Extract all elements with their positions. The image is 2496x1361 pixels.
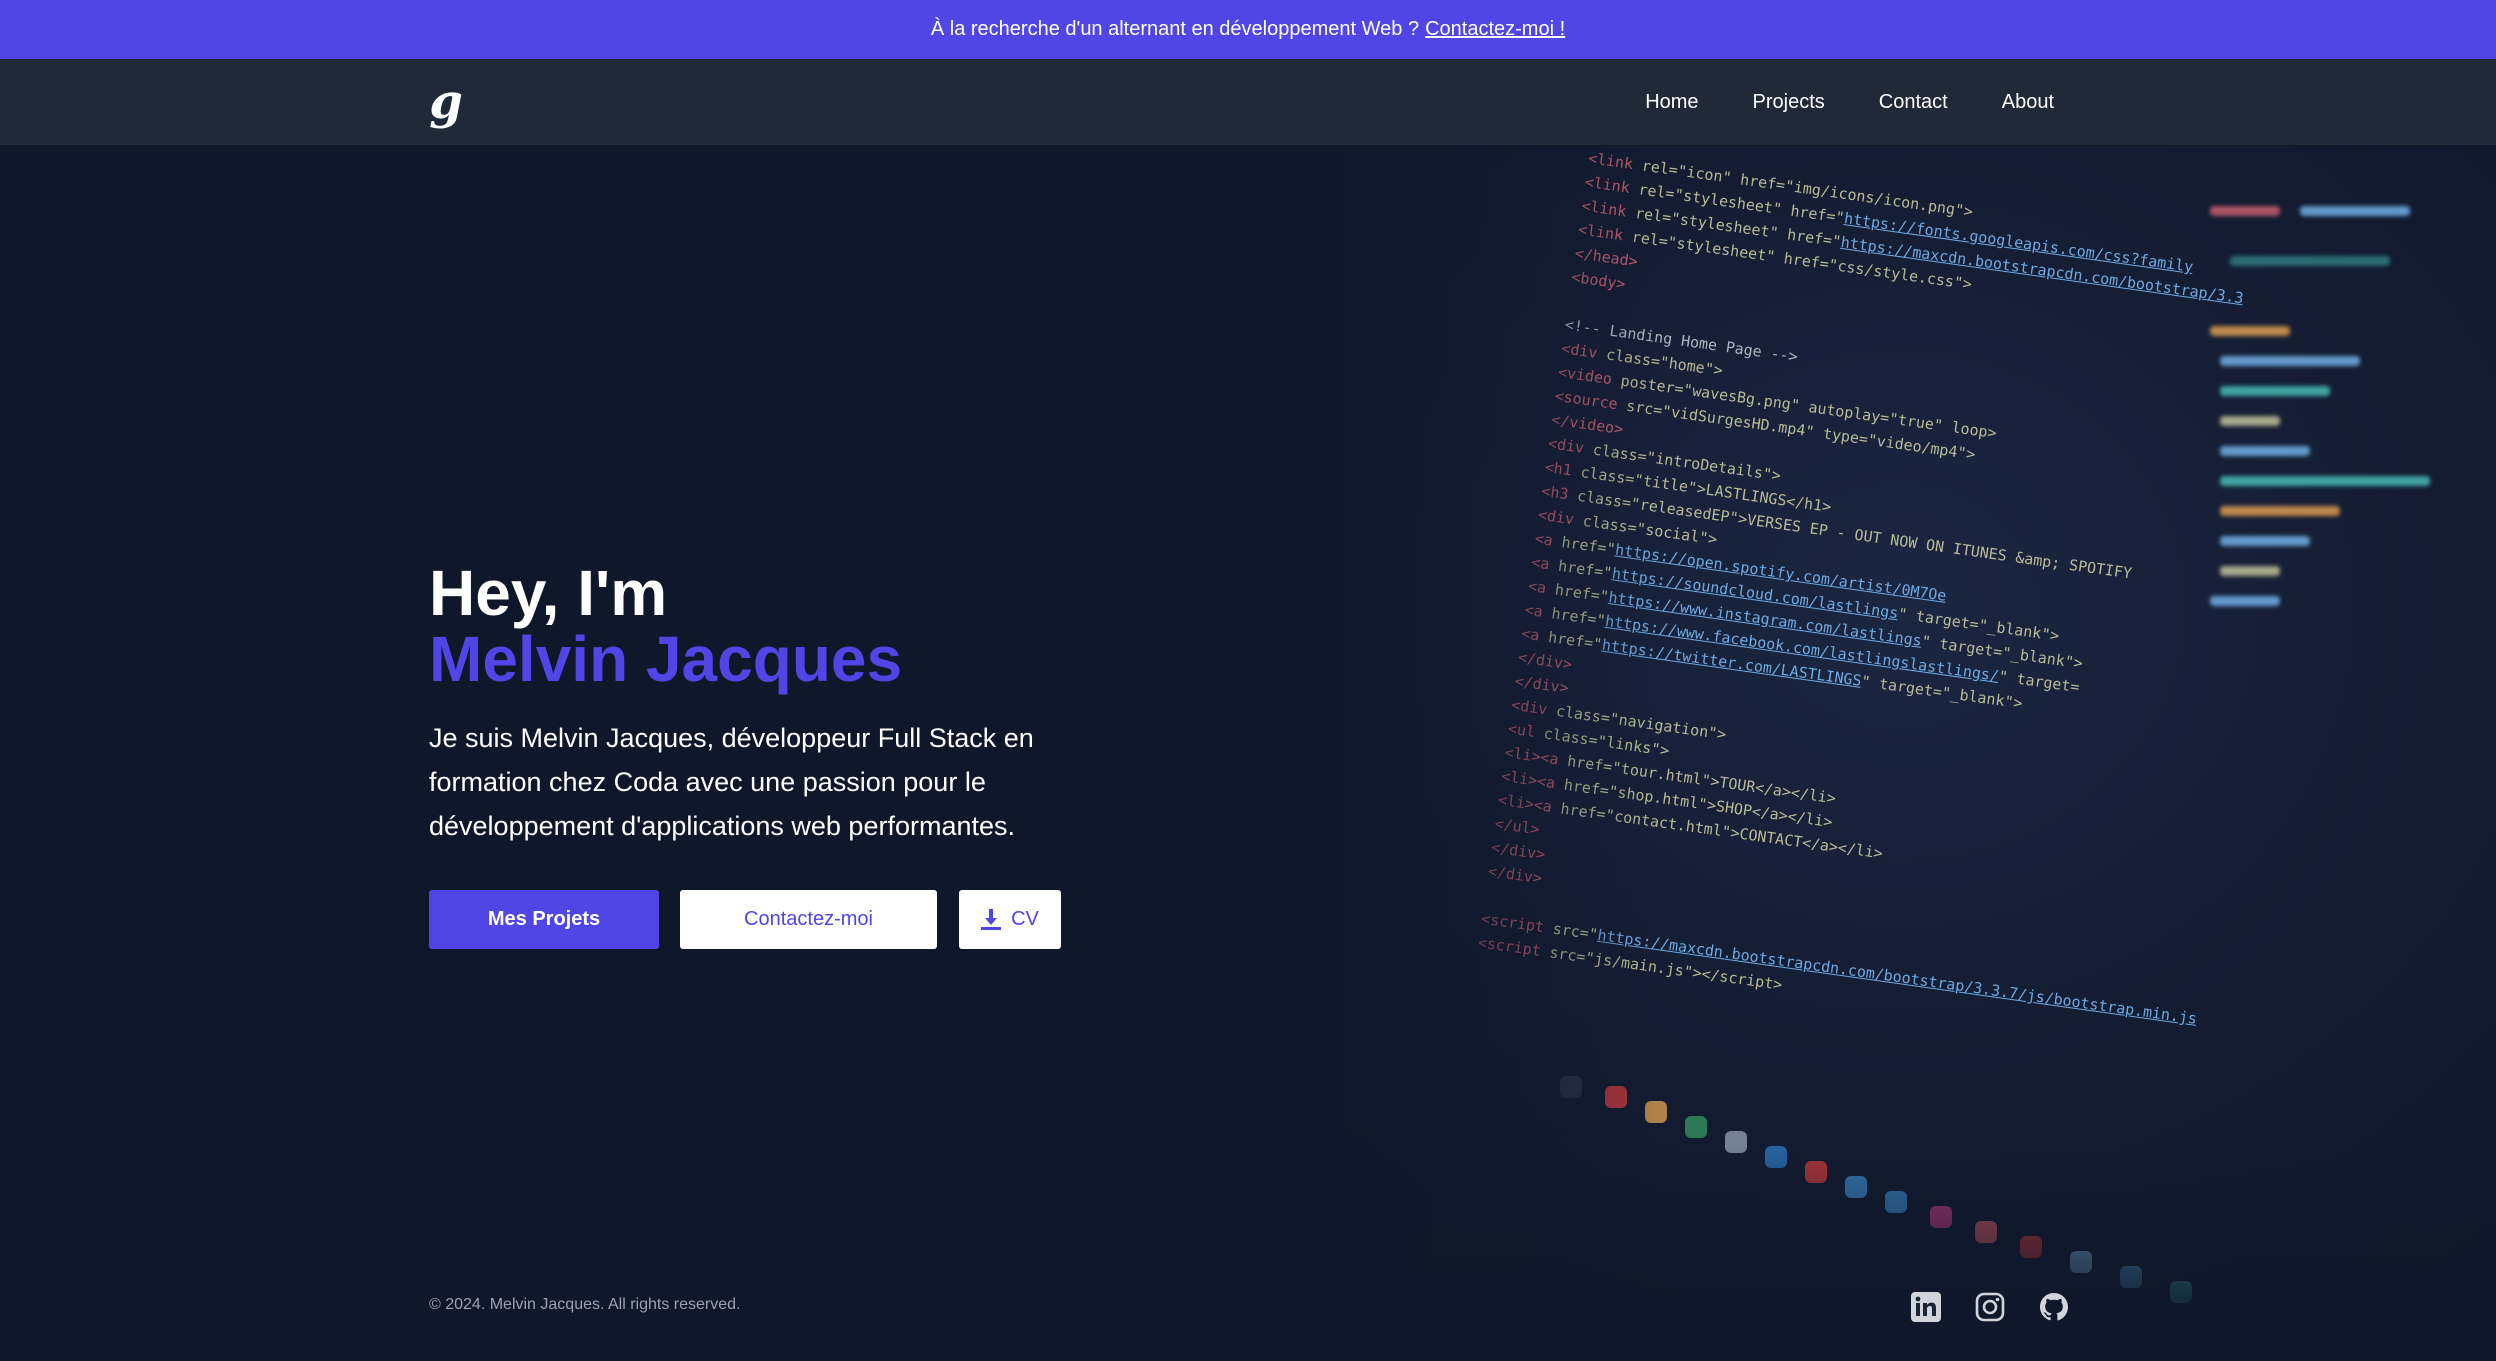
github-icon[interactable] <box>2037 1290 2071 1324</box>
announcement-bar: À la recherche d'un alternant en dévelop… <box>0 0 2496 59</box>
contact-button[interactable]: Contactez-moi <box>680 890 937 949</box>
announcement-contact-link[interactable]: Contactez-moi ! <box>1425 18 1565 41</box>
projects-button-label: Mes Projets <box>487 908 601 930</box>
bottom-fade-overlay <box>0 1146 2496 1361</box>
footer-copyright: © 2024. Melvin Jacques. All rights reser… <box>429 1296 741 1313</box>
nav-link-projects[interactable]: Projects <box>1753 91 1825 114</box>
nav-link-home[interactable]: Home <box>1645 91 1698 114</box>
code-side-panel <box>2170 186 2496 786</box>
cv-download-button[interactable]: CV <box>959 890 1061 949</box>
cv-button-label: CV <box>1011 908 1039 930</box>
nav-links: Home Projects Contact About <box>1645 59 2054 146</box>
logo[interactable]: g <box>426 77 466 127</box>
nav-link-about[interactable]: About <box>2002 91 2054 114</box>
instagram-icon[interactable] <box>1973 1290 2007 1324</box>
hero-greeting: Hey, I'm <box>429 557 668 629</box>
projects-button[interactable]: Mes Projets <box>429 890 659 949</box>
nav-link-contact[interactable]: Contact <box>1879 91 1948 114</box>
hero-name: Melvin Jacques <box>429 623 903 695</box>
linkedin-icon[interactable] <box>1909 1290 1943 1324</box>
social-links <box>1909 1290 2071 1324</box>
hero-bio: Je suis Melvin Jacques, développeur Full… <box>429 723 1034 841</box>
announcement-text: À la recherche d'un alternant en dévelop… <box>930 18 1420 40</box>
download-icon <box>981 908 1002 930</box>
contact-button-label: Contactez-moi <box>744 908 873 930</box>
hero-section: <link rel="icon" href="img/icons/icon.pn… <box>0 146 2496 1361</box>
navbar: g Home Projects Contact About <box>0 59 2496 146</box>
